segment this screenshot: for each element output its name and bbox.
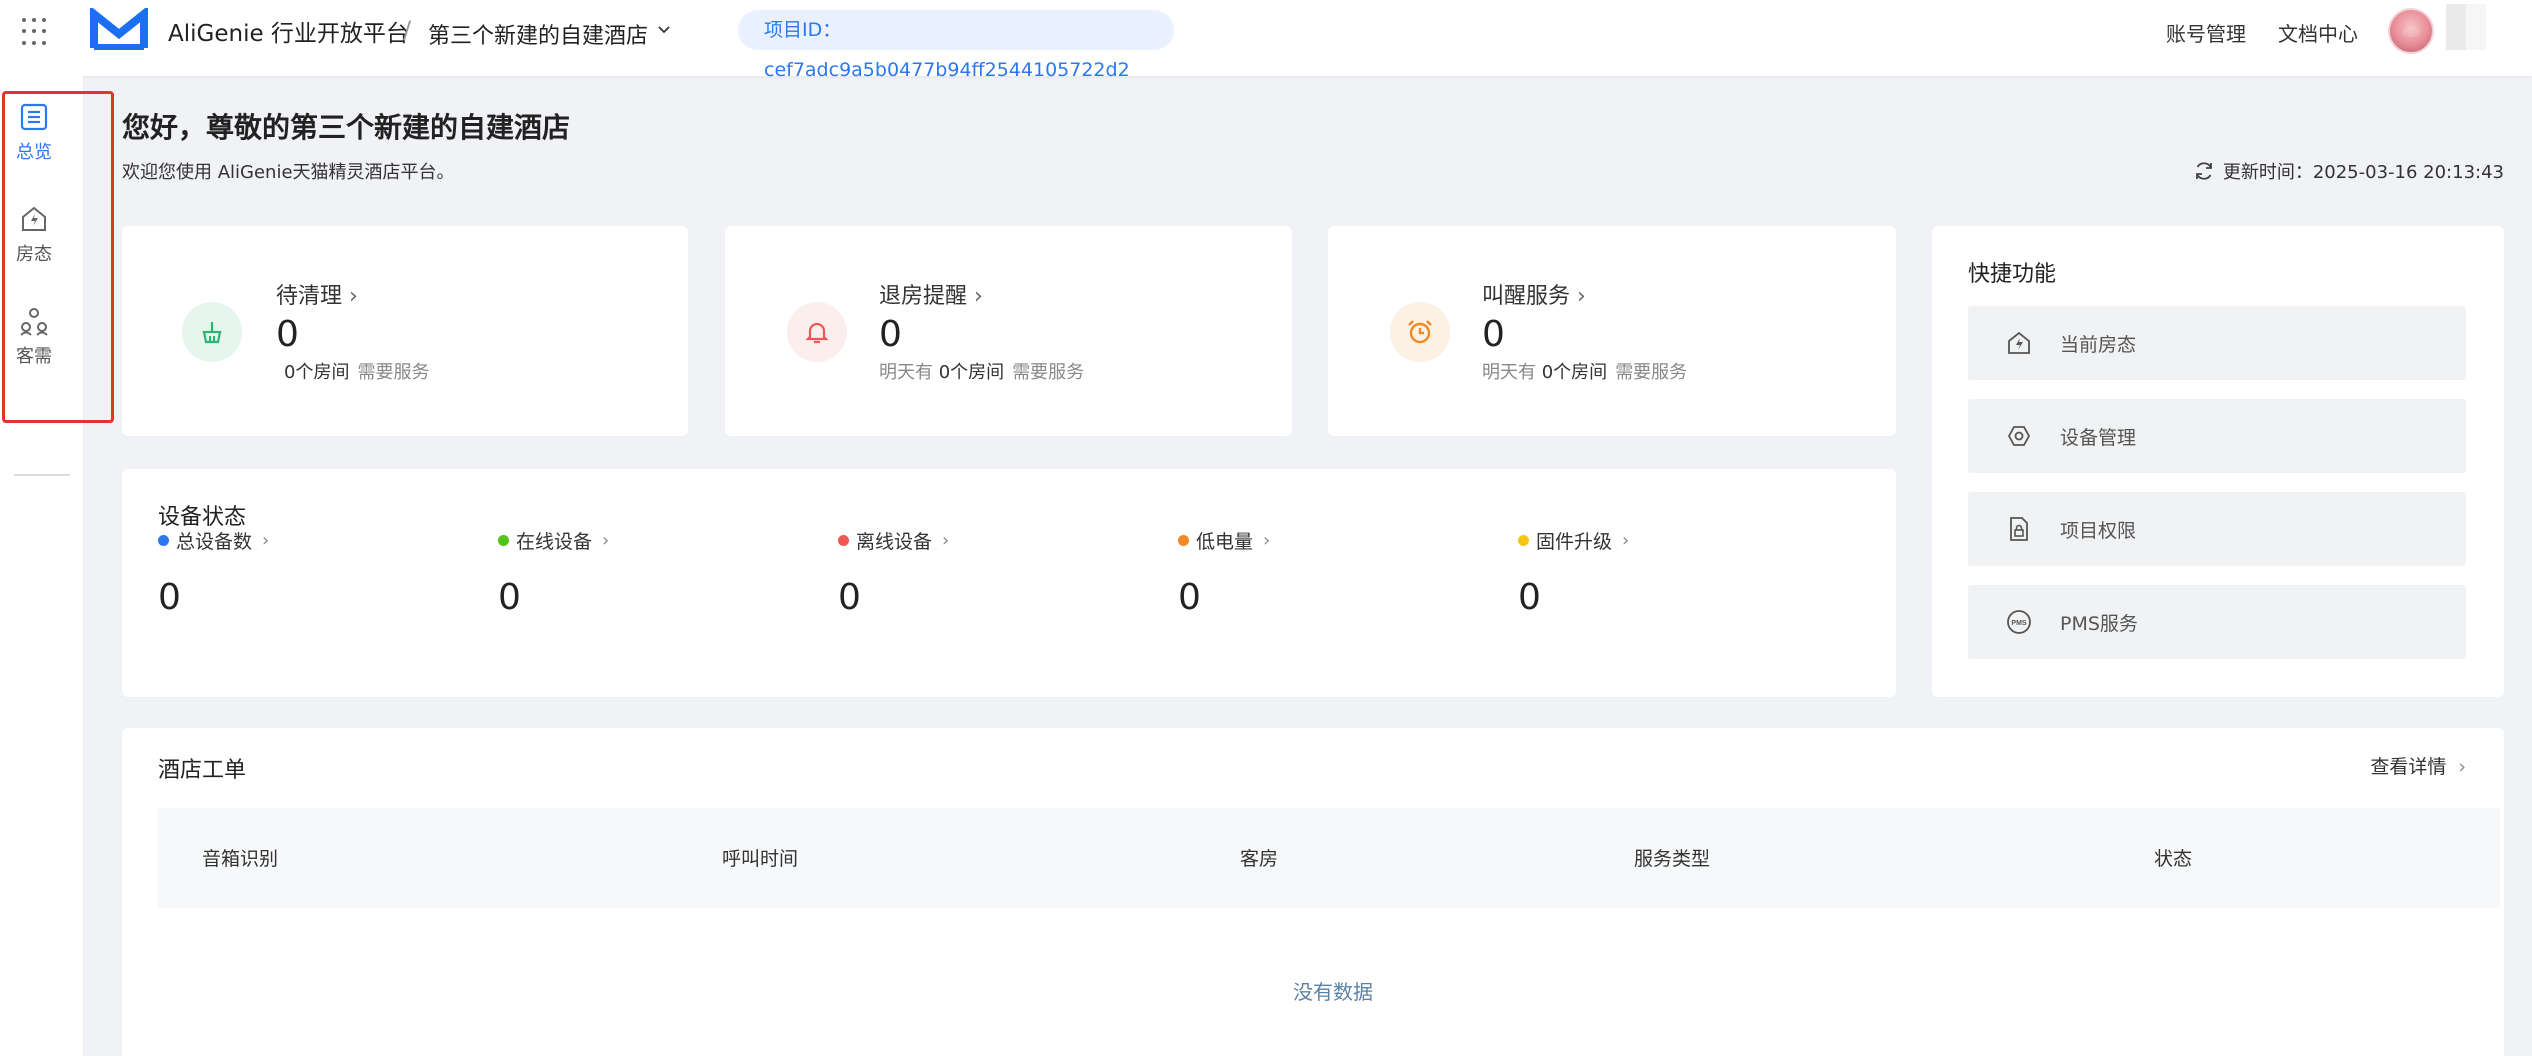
welcome-text: 欢迎您使用 AliGenie天猫精灵酒店平台。 <box>122 162 455 183</box>
device-low-battery-value: 0 <box>1178 577 1201 618</box>
sidebar-highlight-box <box>2 91 114 423</box>
quick-item-pms-service[interactable]: PMS PMS服务 <box>1968 585 2466 659</box>
chevron-down-icon[interactable] <box>656 22 672 38</box>
update-time[interactable]: 更新时间：2025-03-16 20:13:43 <box>2193 158 2504 184</box>
quick-functions-title: 快捷功能 <box>1968 262 2057 287</box>
stat-value: 0 <box>1482 314 1505 355</box>
stat-card-checkout[interactable]: 退房提醒 › 0 明天有 0个房间 需要服务 <box>725 226 1292 436</box>
stat-subtext: 0个房间 需要服务 <box>284 362 430 383</box>
quick-item-project-permissions[interactable]: 项目权限 <box>1968 492 2466 566</box>
stat-card-cleaning[interactable]: 待清理 › 0 0个房间 需要服务 <box>122 226 688 436</box>
device-status-card: 设备状态 总设备数 › 0 在线设备 › 0 离线设备 › 0 低电量 › 0 固件升级… <box>122 469 1896 697</box>
column-header[interactable]: 状态 <box>2154 844 2192 871</box>
aligenie-logo[interactable] <box>90 8 148 52</box>
bell-icon <box>787 302 847 362</box>
column-header[interactable]: 客房 <box>1240 844 1278 871</box>
svg-text:PMS: PMS <box>2011 620 2027 627</box>
stat-title[interactable]: 叫醒服务 › <box>1482 278 1586 310</box>
column-header[interactable]: 呼叫时间 <box>722 844 798 871</box>
username-blurred <box>2446 4 2486 50</box>
house-bolt-icon <box>2008 331 2030 354</box>
document-lock-icon <box>2010 517 2028 541</box>
status-dot <box>1178 535 1189 546</box>
hotel-orders-card: 酒店工单 查看详情 › 音箱识别 呼叫时间 客房 服务类型 状态 没有数据 <box>122 728 2504 1056</box>
device-offline-link[interactable]: 离线设备 › <box>838 527 949 554</box>
sidebar-divider <box>14 474 70 476</box>
account-management-link[interactable]: 账号管理 <box>2166 18 2246 47</box>
column-header[interactable]: 服务类型 <box>1634 844 1710 871</box>
brand-title: AliGenie 行业开放平台 <box>168 21 409 47</box>
top-header: AliGenie 行业开放平台 / 第三个新建的自建酒店 项目ID：cef7ad… <box>0 0 2532 81</box>
quick-functions-card: 快捷功能 当前房态 设备管理 项目权限 PMS PMS服务 <box>1932 226 2504 697</box>
status-dot <box>1518 535 1529 546</box>
refresh-icon[interactable] <box>2193 160 2215 182</box>
docs-center-link[interactable]: 文档中心 <box>2278 18 2358 47</box>
hexagon-gear-icon <box>2007 426 2031 446</box>
quick-item-device-management[interactable]: 设备管理 <box>1968 399 2466 473</box>
pms-icon: PMS <box>2007 610 2031 634</box>
stat-value: 0 <box>879 314 902 355</box>
quick-item-room-status[interactable]: 当前房态 <box>1968 306 2466 380</box>
project-id-badge: 项目ID：cef7adc9a5b0477b94ff2544105722d2 <box>738 10 1174 81</box>
hotel-orders-title: 酒店工单 <box>158 758 247 783</box>
empty-state-text: 没有数据 <box>1293 980 1373 1004</box>
device-online-value: 0 <box>498 577 521 618</box>
status-dot <box>158 535 169 546</box>
breadcrumb-separator: / <box>403 16 412 44</box>
alarm-clock-icon <box>1390 302 1450 362</box>
device-firmware-link[interactable]: 固件升级 › <box>1518 527 1629 554</box>
stat-subtext: 明天有 0个房间 需要服务 <box>1482 362 1688 383</box>
stat-card-wakeup[interactable]: 叫醒服务 › 0 明天有 0个房间 需要服务 <box>1328 226 1896 436</box>
stat-value: 0 <box>276 314 299 355</box>
device-firmware-value: 0 <box>1518 577 1541 618</box>
avatar[interactable] <box>2388 8 2434 54</box>
device-total-link[interactable]: 总设备数 › <box>158 527 269 554</box>
table-header: 音箱识别 呼叫时间 客房 服务类型 状态 <box>158 808 2500 908</box>
device-offline-value: 0 <box>838 577 861 618</box>
stat-subtext: 明天有 0个房间 需要服务 <box>879 362 1085 383</box>
device-total-value: 0 <box>158 577 181 618</box>
page-title: 您好，尊敬的第三个新建的自建酒店 <box>122 111 571 144</box>
status-dot <box>498 535 509 546</box>
hotel-selector[interactable]: 第三个新建的自建酒店 <box>428 18 648 50</box>
column-header[interactable]: 音箱识别 <box>202 844 278 871</box>
stat-title[interactable]: 退房提醒 › <box>879 278 983 310</box>
device-online-link[interactable]: 在线设备 › <box>498 527 609 554</box>
update-time-label: 更新时间：2025-03-16 20:13:43 <box>2222 162 2504 183</box>
broom-icon <box>182 302 242 362</box>
stat-title[interactable]: 待清理 › <box>276 278 358 310</box>
status-dot <box>838 535 849 546</box>
app-grid-icon[interactable] <box>22 18 50 46</box>
view-details-link[interactable]: 查看详情 › <box>2370 752 2466 779</box>
device-low-battery-link[interactable]: 低电量 › <box>1178 527 1270 554</box>
